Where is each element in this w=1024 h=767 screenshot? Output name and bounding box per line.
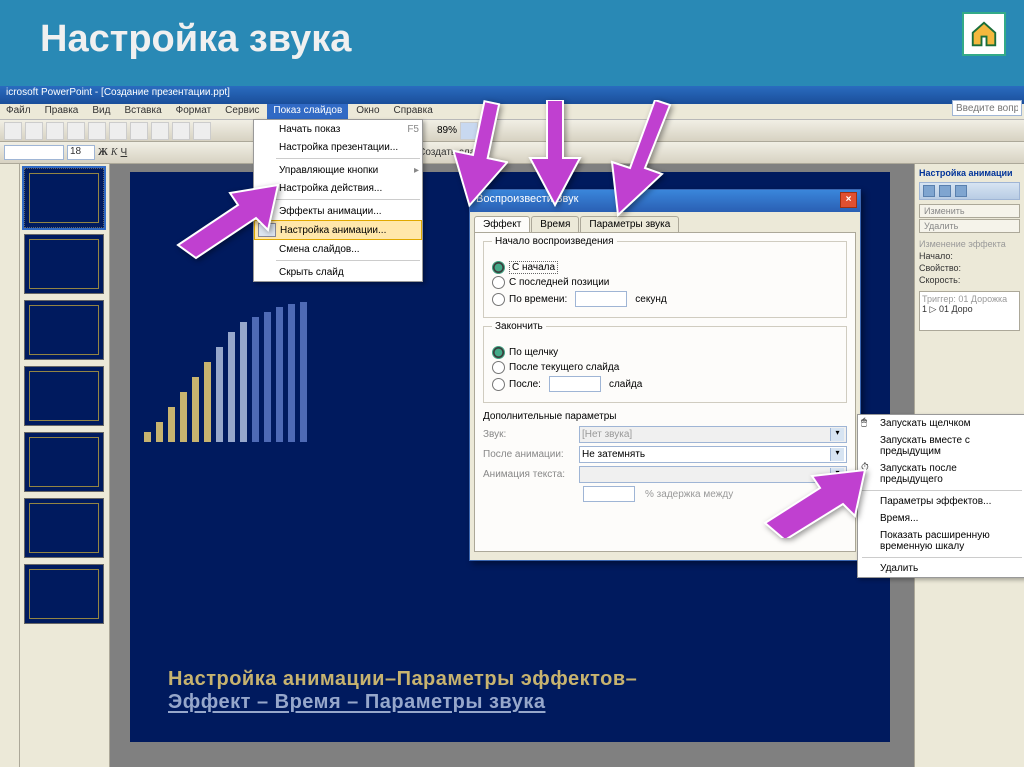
arrow-3	[525, 100, 585, 215]
menu-help[interactable]: Справка	[388, 104, 439, 119]
trigger-label: Триггер: 01 Дорожка	[922, 294, 1017, 304]
menu-slideshow[interactable]: Показ слайдов	[267, 104, 348, 119]
slide-title: Настройка звука	[40, 18, 351, 61]
text-anim-label: Анимация текста:	[483, 469, 573, 480]
tab-time[interactable]: Время	[531, 216, 579, 232]
radio-on-click[interactable]: По щелчку	[492, 346, 838, 359]
radio-from-beginning[interactable]: С начала	[492, 261, 838, 274]
mouse-icon: 🖱	[861, 417, 875, 431]
save-icon[interactable]	[46, 122, 64, 140]
delay-spinner[interactable]	[583, 486, 635, 502]
menu-start-show[interactable]: Начать показF5	[254, 120, 422, 138]
group-start-label: Начало воспроизведения	[492, 236, 617, 247]
caption-line-2: Эффект – Время – Параметры звука	[168, 691, 860, 714]
after-anim-combo[interactable]: Не затемнять▾	[579, 446, 847, 463]
property-field-label: Свойство:	[919, 263, 1020, 273]
back-icon[interactable]	[923, 185, 935, 197]
menu-format[interactable]: Формат	[170, 104, 218, 119]
effect-section-label: Изменение эффекта	[919, 239, 1020, 249]
menu-action-buttons[interactable]: Управляющие кнопки▸	[254, 161, 422, 179]
arrow-1	[168, 180, 288, 265]
caption-line-1: Настройка анимации–Параметры эффектов–	[168, 668, 860, 691]
slide-thumb-5[interactable]	[24, 432, 104, 492]
chart-bars-graphic	[144, 302, 307, 442]
ctx-start-with-prev[interactable]: Запускать вместе с предыдущим	[858, 432, 1024, 460]
copy-icon[interactable]	[130, 122, 148, 140]
slide-thumb-4[interactable]	[24, 366, 104, 426]
ctx-start-after-prev[interactable]: ⏱Запускать после предыдущего	[858, 460, 1024, 488]
app-titlebar: icrosoft PowerPoint - [Создание презента…	[0, 86, 1024, 104]
sound-combo[interactable]: [Нет звука]▾	[579, 426, 847, 443]
arrow-2	[438, 100, 508, 215]
close-icon[interactable]: ×	[840, 192, 857, 208]
menu-view[interactable]: Вид	[86, 104, 116, 119]
ctx-remove[interactable]: Удалить	[858, 560, 1024, 577]
slides-spinner[interactable]	[549, 376, 601, 392]
remove-effect-button[interactable]: Удалить	[919, 219, 1020, 233]
group-end-label: Закончить	[492, 321, 546, 332]
format-toolbar[interactable]: 18 Ж К Ч ▢ Конструктор ▢ Создать слайд	[0, 142, 1024, 164]
task-nav[interactable]	[919, 182, 1020, 200]
ctx-show-timeline[interactable]: Показать расширенную временную шкалу	[858, 527, 1024, 555]
menu-tools[interactable]: Сервис	[219, 104, 265, 119]
sound-label: Звук:	[483, 429, 573, 440]
menu-setup-show[interactable]: Настройка презентации...	[254, 138, 422, 156]
open-icon[interactable]	[25, 122, 43, 140]
menu-edit[interactable]: Правка	[39, 104, 85, 119]
start-playback-group: Начало воспроизведения С начала С послед…	[483, 241, 847, 318]
slide-thumb-7[interactable]	[24, 564, 104, 624]
forward-icon[interactable]	[939, 185, 951, 197]
menu-file[interactable]: Файл	[0, 104, 37, 119]
ctx-timing[interactable]: Время...	[858, 510, 1024, 527]
speed-field-label: Скорость:	[919, 275, 1020, 285]
tab-effect[interactable]: Эффект	[474, 216, 530, 232]
radio-after-current[interactable]: После текущего слайда	[492, 361, 838, 374]
menu-window[interactable]: Окно	[350, 104, 385, 119]
menu-hide-slide[interactable]: Скрыть слайд	[254, 263, 422, 281]
radio-by-time[interactable]: По времени:секунд	[492, 291, 838, 307]
undo-icon[interactable]	[172, 122, 190, 140]
spell-icon[interactable]	[88, 122, 106, 140]
menu-insert[interactable]: Вставка	[118, 104, 167, 119]
menubar[interactable]: Файл Правка Вид Вставка Формат Сервис По…	[0, 104, 1024, 120]
radio-after-n[interactable]: После:слайда	[492, 376, 838, 392]
arrow-4	[600, 100, 680, 225]
slide-thumb-1[interactable]	[24, 168, 104, 228]
slide-thumb-3[interactable]	[24, 300, 104, 360]
print-icon[interactable]	[67, 122, 85, 140]
effect-context-menu[interactable]: 🖱Запускать щелчком Запускать вместе с пр…	[857, 414, 1024, 578]
radio-last-position[interactable]: С последней позиции	[492, 276, 838, 289]
outline-tabs[interactable]	[0, 164, 20, 767]
home-icon[interactable]	[962, 12, 1006, 56]
time-spinner[interactable]	[575, 291, 627, 307]
help-search-input[interactable]	[952, 100, 1022, 116]
start-field-label: Начало:	[919, 251, 1020, 261]
new-icon[interactable]	[4, 122, 22, 140]
animation-list[interactable]: Триггер: 01 Дорожка 1 ▷ 01 Доро	[919, 291, 1020, 331]
standard-toolbar[interactable]: 89%	[0, 120, 1024, 142]
change-effect-button[interactable]: Изменить	[919, 204, 1020, 218]
slide-caption: Настройка анимации–Параметры эффектов– Э…	[168, 668, 860, 714]
ctx-start-on-click[interactable]: 🖱Запускать щелчком	[858, 415, 1024, 432]
paste-icon[interactable]	[151, 122, 169, 140]
slide-thumb-6[interactable]	[24, 498, 104, 558]
after-anim-label: После анимации:	[483, 449, 573, 460]
cut-icon[interactable]	[109, 122, 127, 140]
redo-icon[interactable]	[193, 122, 211, 140]
font-size[interactable]: 18	[67, 145, 95, 160]
animation-item[interactable]: 1 ▷ 01 Доро	[922, 304, 1017, 315]
slides-panel[interactable]	[20, 164, 110, 767]
arrow-5	[760, 468, 870, 543]
ctx-effect-options[interactable]: Параметры эффектов...	[858, 493, 1024, 510]
group-extra-label: Дополнительные параметры	[483, 411, 847, 422]
home-nav-icon[interactable]	[955, 185, 967, 197]
stop-playback-group: Закончить По щелчку После текущего слайд…	[483, 326, 847, 403]
slide-thumb-2[interactable]	[24, 234, 104, 294]
task-pane-title: Настройка анимации	[919, 168, 1020, 178]
